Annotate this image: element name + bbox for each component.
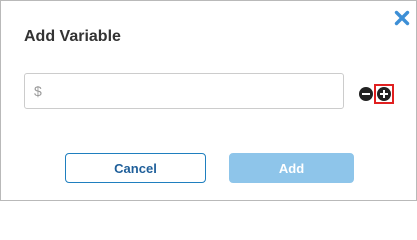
- add-variable-dialog: Add Variable Cancel Add: [0, 0, 417, 201]
- cancel-button[interactable]: Cancel: [65, 153, 206, 183]
- add-button[interactable]: Add: [229, 153, 354, 183]
- plus-circle-glyph: [377, 87, 391, 101]
- variable-name-input[interactable]: [24, 73, 344, 109]
- dialog-title: Add Variable: [24, 28, 121, 45]
- plus-circle-icon[interactable]: [377, 87, 391, 101]
- close-x-glyph: [394, 10, 410, 26]
- minus-circle-icon[interactable]: [359, 87, 373, 101]
- close-icon[interactable]: [394, 10, 410, 26]
- minus-circle-glyph: [359, 87, 373, 101]
